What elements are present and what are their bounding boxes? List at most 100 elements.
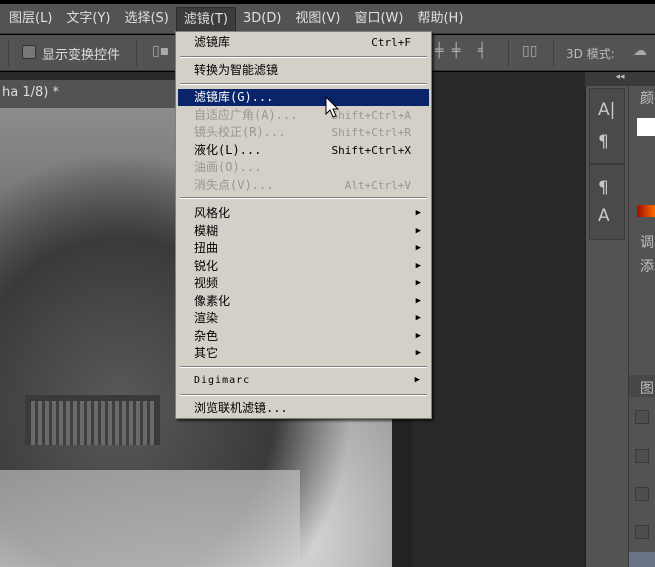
submenu-arrow-icon: ▶ (415, 225, 421, 236)
show-transform-label: 显示变换控件 (42, 48, 121, 63)
item-shortcut: Alt+Ctrl+V (344, 179, 411, 192)
layer-visibility-toggle[interactable] (635, 525, 649, 539)
menu-bar: 图层(L) 文字(Y) 选择(S) 滤镜(T) 3D(D) 视图(V) 窗口(W… (0, 4, 655, 34)
menu-item-filter-gallery[interactable]: 滤镜库(G)... (178, 89, 429, 106)
document-tab-title: ha 1/8) * (2, 85, 59, 100)
menu-select[interactable]: 选择(S) (117, 7, 175, 31)
item-shortcut: Shift+Ctrl+R (331, 126, 411, 139)
menu-item-stylize[interactable]: 风格化 ▶ (178, 205, 429, 222)
item-label: 其它 (194, 346, 219, 360)
menu-separator (180, 56, 427, 58)
item-label: 渲染 (194, 311, 219, 325)
item-label: 滤镜库(G)... (194, 90, 274, 104)
document-tab[interactable]: ha 1/8) * (0, 80, 175, 108)
item-shortcut: Ctrl+F (371, 36, 411, 49)
menu-item-other[interactable]: 其它 ▶ (178, 345, 429, 362)
character-panel-icon[interactable]: A| (598, 100, 615, 120)
3d-mode-label: 3D 模式: (566, 47, 615, 61)
item-label: 模糊 (194, 223, 219, 238)
item-label: 杂色 (194, 328, 219, 343)
adjustments-tab[interactable]: 调 (640, 232, 654, 252)
paragraph-styles-icon[interactable]: ¶ (598, 178, 609, 198)
menu-item-oil-paint: 油画(O)... (178, 159, 429, 176)
garden-bench (25, 395, 160, 445)
submenu-arrow-icon: ▶ (415, 243, 421, 253)
selected-layer-row[interactable] (629, 552, 655, 567)
add-adjustment-label: 添 (640, 259, 654, 275)
item-label: 液化(L)... (194, 143, 262, 157)
menu-item-adaptive-wide-angle: 自适应广角(A)... Shift+Ctrl+A (178, 107, 429, 124)
menu-item-pixelate[interactable]: 像素化 ▶ (178, 293, 429, 310)
divider (136, 40, 137, 66)
item-label: Digimarc (194, 375, 251, 386)
3d-rotate-icon[interactable]: ☁ (633, 43, 647, 59)
item-label: 镜头校正(R)... (194, 125, 286, 139)
show-transform-checkbox[interactable] (22, 45, 36, 59)
submenu-arrow-icon: ▶ (415, 208, 421, 218)
divider (553, 40, 554, 66)
item-label: 像素化 (194, 293, 231, 308)
color-tab[interactable]: 颜 (640, 88, 654, 108)
layer-visibility-toggle[interactable] (635, 449, 649, 463)
menu-separator (180, 366, 427, 368)
menu-3d[interactable]: 3D(D) (236, 7, 288, 31)
menu-item-convert-smart-filters[interactable]: 转换为智能滤镜 (178, 62, 429, 79)
menu-item-digimarc[interactable]: Digimarc ▶ (178, 372, 429, 389)
submenu-arrow-icon: ▶ (415, 295, 421, 306)
distribute-right-icon[interactable]: ╡ (478, 43, 486, 59)
submenu-arrow-icon: ▶ (415, 278, 421, 288)
distribute-icon[interactable]: ╪ (435, 43, 443, 59)
menu-filter[interactable]: 滤镜(T) (175, 6, 236, 31)
menu-item-last-filter[interactable]: 滤镜库 Ctrl+F (178, 34, 429, 51)
menu-separator (180, 197, 427, 199)
item-label: 视频 (194, 276, 219, 290)
menu-item-liquify[interactable]: 液化(L)... Shift+Ctrl+X (178, 142, 429, 159)
menu-item-lens-correction: 镜头校正(R)... Shift+Ctrl+R (178, 124, 429, 141)
foreground-swatch[interactable] (637, 118, 655, 136)
menu-type[interactable]: 文字(Y) (59, 7, 117, 31)
auto-align-icon[interactable]: ▯▯ (522, 43, 537, 59)
layers-tab[interactable]: 图 (640, 378, 654, 398)
item-shortcut: Shift+Ctrl+X (331, 144, 411, 157)
paragraph-panel-icon[interactable]: ¶ (598, 132, 609, 152)
garden-path (0, 470, 300, 567)
submenu-arrow-icon: ▶ (415, 313, 421, 323)
item-label: 滤镜库 (194, 35, 231, 49)
item-shortcut: Shift+Ctrl+A (331, 109, 411, 122)
menu-view[interactable]: 视图(V) (288, 7, 347, 31)
submenu-arrow-icon: ▶ (415, 260, 421, 271)
menu-separator (180, 394, 427, 396)
mouse-cursor-icon (325, 96, 340, 118)
menu-item-render[interactable]: 渲染 ▶ (178, 310, 429, 327)
item-label: 自适应广角(A)... (194, 108, 298, 122)
menu-help[interactable]: 帮助(H) (410, 7, 470, 31)
color-ramp[interactable] (637, 205, 655, 217)
divider (8, 40, 9, 66)
collapse-panels-button[interactable]: ◂◂ (585, 72, 655, 86)
character-styles-icon[interactable]: A (598, 206, 610, 226)
layer-visibility-toggle[interactable] (635, 410, 649, 424)
submenu-arrow-icon: ▶ (414, 375, 421, 385)
item-label: 风格化 (194, 206, 231, 220)
item-label: 消失点(V)... (194, 178, 274, 192)
workspace-background (412, 72, 585, 567)
menu-item-video[interactable]: 视频 ▶ (178, 275, 429, 292)
submenu-arrow-icon: ▶ (415, 330, 421, 341)
item-label: 扭曲 (194, 241, 219, 255)
menu-item-noise[interactable]: 杂色 ▶ (178, 328, 429, 345)
menu-item-browse-filters-online[interactable]: 浏览联机滤镜... (178, 400, 429, 417)
align-top-icon[interactable]: ▯▪ (152, 43, 169, 59)
menu-window[interactable]: 窗口(W) (347, 7, 410, 31)
submenu-arrow-icon: ▶ (415, 348, 421, 358)
panel-group (589, 164, 625, 240)
menu-separator (180, 83, 427, 85)
menu-item-vanishing-point: 消失点(V)... Alt+Ctrl+V (178, 177, 429, 194)
menu-item-distort[interactable]: 扭曲 ▶ (178, 240, 429, 257)
item-label: 油画(O)... (194, 160, 262, 174)
item-label: 锐化 (194, 258, 219, 273)
distribute-hcenter-icon[interactable]: ╪ (452, 43, 460, 59)
menu-item-blur[interactable]: 模糊 ▶ (178, 223, 429, 240)
menu-item-sharpen[interactable]: 锐化 ▶ (178, 258, 429, 275)
layer-visibility-toggle[interactable] (635, 487, 649, 501)
menu-layer[interactable]: 图层(L) (2, 7, 59, 31)
